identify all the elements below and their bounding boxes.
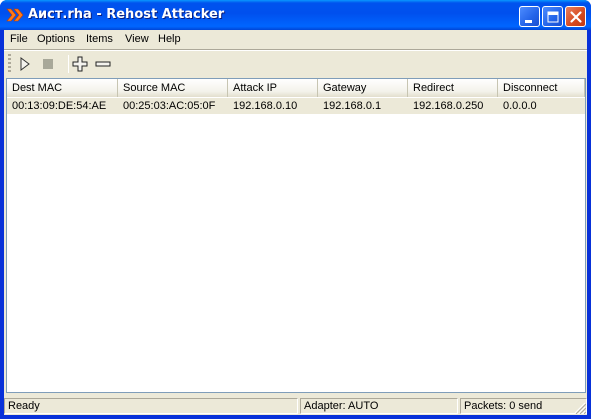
toolbar [4, 51, 587, 77]
column-gateway[interactable]: Gateway [318, 79, 408, 97]
status-bar: Ready Adapter: AUTO Packets: 0 send [4, 396, 587, 415]
menu-bar: File Options Items View Help [4, 30, 587, 49]
cell-redirect: 192.168.0.250 [413, 100, 484, 112]
column-source-mac[interactable]: Source MAC [118, 79, 228, 97]
menu-items[interactable]: Items [86, 33, 113, 45]
stop-icon [38, 59, 58, 77]
menu-help[interactable]: Help [158, 33, 181, 45]
cell-gateway: 192.168.0.1 [323, 100, 382, 112]
cell-attack-ip: 192.168.0.10 [233, 100, 298, 112]
play-icon [15, 57, 35, 77]
add-icon [70, 56, 90, 77]
cell-disconnect: 0.0.0.0 [503, 100, 537, 112]
toolbar-separator [68, 55, 69, 73]
menu-file[interactable]: File [10, 33, 28, 45]
start-button[interactable] [15, 54, 35, 74]
column-disconnect[interactable]: Disconnect [498, 79, 585, 97]
app-window: Аист.rha - Rehost Attacker File Options … [0, 0, 591, 419]
attack-list[interactable]: Dest MAC Source MAC Attack IP Gateway Re… [6, 78, 586, 393]
size-grip-icon[interactable] [574, 402, 587, 415]
maximize-button[interactable] [542, 6, 563, 27]
list-header: Dest MAC Source MAC Attack IP Gateway Re… [7, 79, 585, 97]
column-redirect[interactable]: Redirect [408, 79, 498, 97]
title-bar[interactable]: Аист.rha - Rehost Attacker [0, 0, 591, 30]
close-button[interactable] [565, 6, 586, 27]
menu-view[interactable]: View [125, 33, 149, 45]
table-row[interactable]: 00:13:09:DE:54:AE 00:25:03:AC:05:0F 192.… [7, 98, 585, 114]
minimize-button[interactable] [519, 6, 540, 27]
remove-icon [93, 61, 113, 77]
column-dest-mac[interactable]: Dest MAC [7, 79, 118, 97]
add-button[interactable] [70, 54, 90, 74]
stop-button[interactable] [38, 54, 58, 74]
cell-dest-mac: 00:13:09:DE:54:AE [12, 100, 107, 112]
column-attack-ip[interactable]: Attack IP [228, 79, 318, 97]
status-state: Ready [4, 398, 298, 414]
double-chevron-icon[interactable] [6, 7, 24, 23]
window-title: Аист.rha - Rehost Attacker [28, 7, 225, 22]
cell-source-mac: 00:25:03:AC:05:0F [123, 100, 216, 112]
status-adapter: Adapter: AUTO [300, 398, 458, 414]
remove-button[interactable] [93, 54, 113, 74]
status-packets: Packets: 0 send [460, 398, 587, 414]
client-area: File Options Items View Help Dest MAC So… [4, 30, 587, 415]
menu-options[interactable]: Options [37, 33, 75, 45]
toolbar-grip[interactable] [8, 54, 11, 74]
